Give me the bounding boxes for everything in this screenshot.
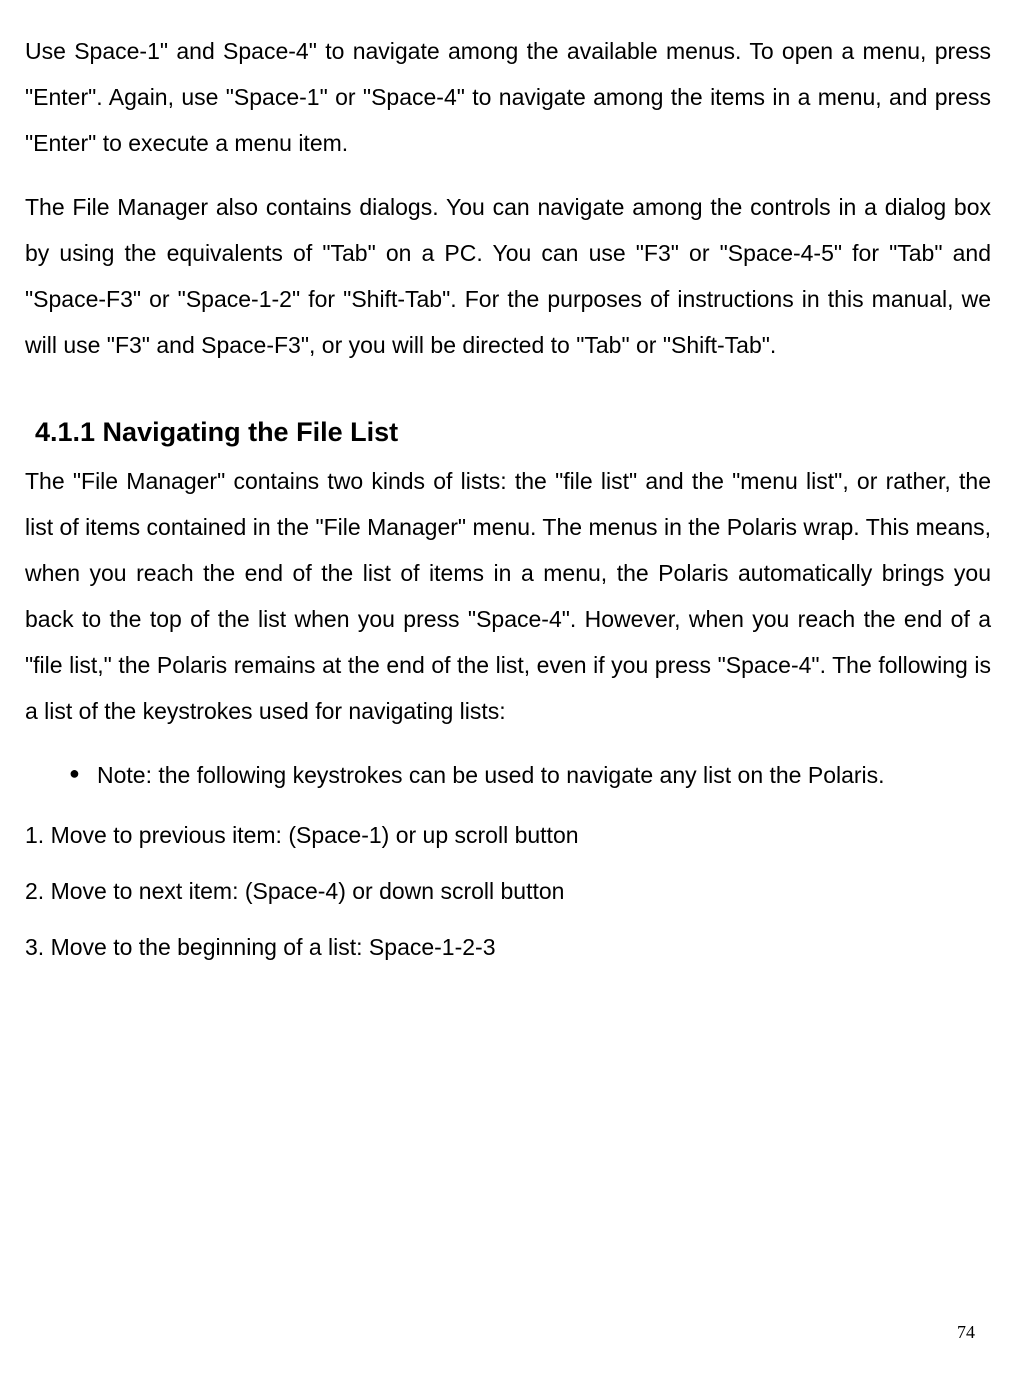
page-number: 74 [957, 1314, 975, 1350]
numbered-item-3: 3. Move to the beginning of a list: Spac… [25, 924, 991, 970]
numbered-item-1: 1. Move to previous item: (Space-1) or u… [25, 812, 991, 858]
section-heading: 4.1.1 Navigating the File List [35, 414, 991, 452]
numbered-item-2: 2. Move to next item: (Space-4) or down … [25, 868, 991, 914]
paragraph-intro-2: The File Manager also contains dialogs. … [25, 184, 991, 368]
paragraph-intro-1: Use Space-1" and Space-4" to navigate am… [25, 28, 991, 166]
note-bullet: Note: the following keystrokes can be us… [69, 752, 991, 798]
section-body: The "File Manager" contains two kinds of… [25, 458, 991, 734]
